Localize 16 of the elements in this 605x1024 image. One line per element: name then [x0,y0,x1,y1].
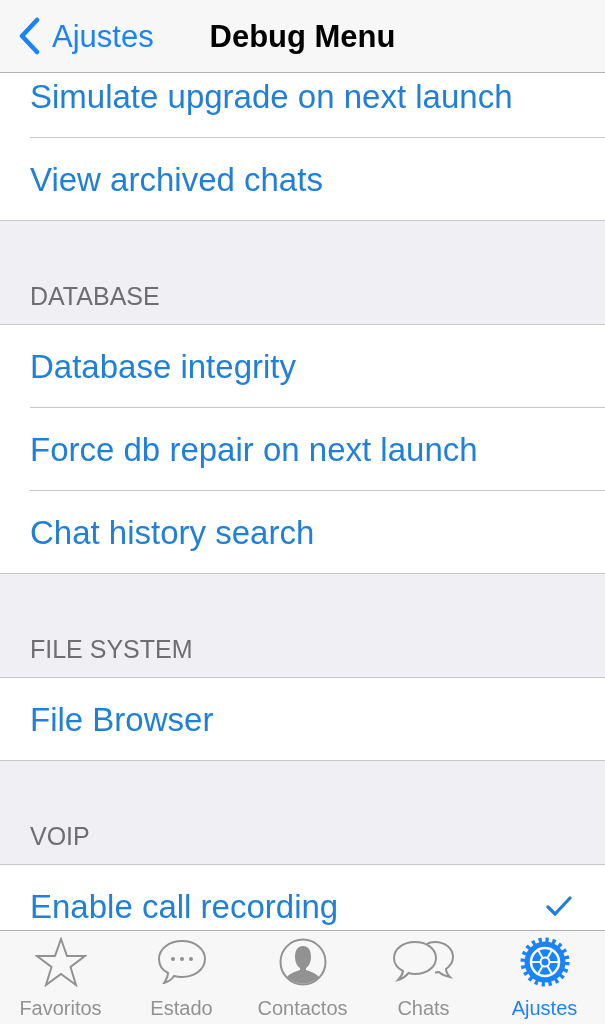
star-icon [34,937,87,987]
section-header: DATABASE [30,284,160,309]
nav-title: Debug Menu [209,20,396,52]
speech-bubble-icon [157,940,206,984]
tab-bar-item[interactable]: Contactos [242,931,363,1024]
speech-bubbles-icon [392,940,455,984]
person-icon [278,938,327,986]
settings-icon [519,937,570,987]
tab-bar-item[interactable]: Chats [363,931,484,1024]
section-header: VOIP [30,824,90,849]
tab-bar-item[interactable]: Estado [121,931,242,1024]
chevron-left-icon [18,17,40,55]
tab-bar-item[interactable]: Ajustes [484,931,605,1024]
section-header: FILE SYSTEM [30,637,193,662]
tab-bar-item[interactable]: Favoritos [0,931,121,1024]
back-button[interactable]: Ajustes [0,17,154,55]
